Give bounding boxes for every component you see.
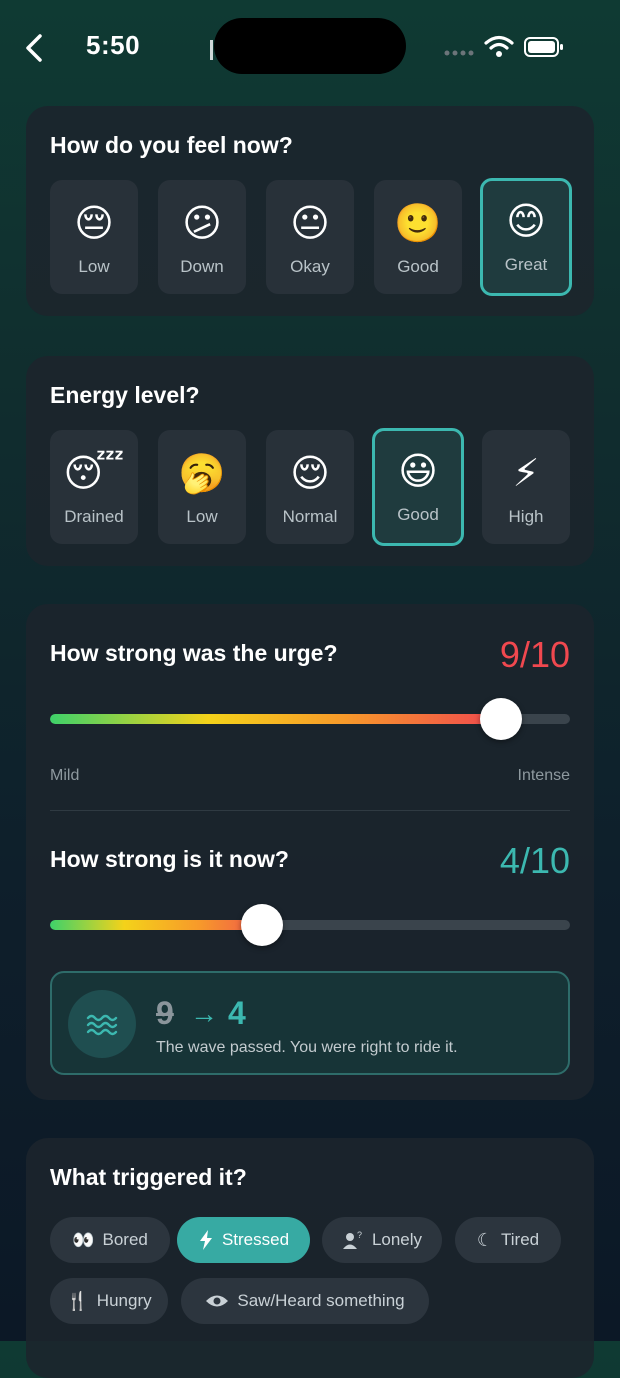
status-bar: 5:50 <box>0 0 620 95</box>
arrow-right-icon: → <box>190 998 218 1029</box>
status-divider <box>210 40 213 60</box>
urge-past-score: 9/10 <box>499 634 570 675</box>
urge-past-slider-thumb[interactable] <box>480 698 523 740</box>
wave-to-value: 4 <box>228 995 246 1031</box>
wave-badge <box>68 990 136 1058</box>
slider-max-label: Intense <box>517 767 570 784</box>
energy-option-low[interactable]: 🥱 Low <box>158 430 246 544</box>
mood-option-good[interactable]: 🙂 Good <box>374 180 462 294</box>
urge-past-title: How strong was the urge? <box>50 640 338 666</box>
yawning-face-icon: 🥱 <box>178 453 226 495</box>
mood-card: How do you feel now? 😔 Low 😕 Down 😐 Okay… <box>26 106 594 316</box>
trigger-chip-saw-heard[interactable]: Saw/Heard something <box>181 1278 429 1324</box>
wifi-icon <box>484 35 514 57</box>
pensive-face-icon: 😔 <box>74 203 114 245</box>
moon-sleep-icon: ☾ <box>476 1230 494 1250</box>
mood-title: How do you feel now? <box>50 132 293 158</box>
confused-face-icon: 😕 <box>182 203 222 245</box>
urge-card: How strong was the urge? 9/10 Mild Inten… <box>26 604 594 1100</box>
sleeping-face-icon: 😴 <box>63 453 125 495</box>
dynamic-island <box>214 18 406 74</box>
urge-now-score: 4/10 <box>499 840 570 881</box>
grinning-face-icon: 😃 <box>398 451 438 493</box>
energy-option-normal[interactable]: 😌 Normal <box>266 430 354 544</box>
person-question-icon: ? <box>342 1230 362 1249</box>
urge-now-title: How strong is it now? <box>50 846 289 872</box>
mood-option-down[interactable]: 😕 Down <box>158 180 246 294</box>
fork-knife-icon: 🍴 <box>66 1291 89 1311</box>
neutral-face-icon: 😐 <box>290 203 330 245</box>
slight-smile-face-icon: 🙂 <box>394 203 442 245</box>
energy-option-high[interactable]: ⚡ High <box>482 430 570 544</box>
energy-option-drained[interactable]: 😴 Drained <box>50 430 138 544</box>
slider-min-label: Mild <box>50 767 80 784</box>
svg-text:?: ? <box>357 1230 362 1240</box>
energy-title: Energy level? <box>50 382 200 408</box>
wave-from-value: 9 <box>156 995 174 1031</box>
section-divider <box>50 810 570 811</box>
wave-passed-banner: 9 → 4 The wave passed. You were right to… <box>50 971 570 1075</box>
mood-option-okay[interactable]: 😐 Okay <box>266 180 354 294</box>
signal-dots-icon <box>444 50 474 56</box>
mood-option-low[interactable]: 😔 Low <box>50 180 138 294</box>
eye-icon <box>206 1295 229 1307</box>
energy-card: Energy level? 😴 Drained 🥱 Low 😌 Normal 😃… <box>26 356 594 566</box>
lightning-icon <box>199 1230 212 1250</box>
eyes-icon: 👀 <box>72 1230 95 1250</box>
energy-option-good[interactable]: 😃 Good <box>372 428 464 546</box>
status-time: 5:50 <box>86 30 141 60</box>
trigger-card: What triggered it? 👀 Bored Stressed ? Lo… <box>26 1138 594 1378</box>
wave-message: The wave passed. You were right to ride … <box>156 1039 458 1056</box>
trigger-chip-tired[interactable]: ☾ Tired <box>455 1217 561 1263</box>
battery-icon <box>524 37 563 57</box>
trigger-chip-stressed[interactable]: Stressed <box>177 1217 310 1263</box>
urge-now-slider-track[interactable] <box>50 920 570 930</box>
trigger-title: What triggered it? <box>50 1164 247 1190</box>
urge-now-slider-fill <box>50 920 263 930</box>
urge-now-slider-thumb[interactable] <box>241 904 284 946</box>
trigger-chip-bored[interactable]: 👀 Bored <box>50 1217 170 1263</box>
back-chevron-icon[interactable] <box>22 32 48 64</box>
urge-past-slider-fill <box>50 714 502 724</box>
lightning-icon: ⚡ <box>512 453 540 495</box>
relieved-face-icon: 😌 <box>290 453 330 495</box>
trigger-chip-lonely[interactable]: ? Lonely <box>322 1217 442 1263</box>
smiling-face-icon: 😊 <box>506 201 546 243</box>
waves-icon <box>86 1014 118 1036</box>
trigger-chip-hungry[interactable]: 🍴 Hungry <box>50 1278 168 1324</box>
mood-option-great[interactable]: 😊 Great <box>480 178 572 296</box>
